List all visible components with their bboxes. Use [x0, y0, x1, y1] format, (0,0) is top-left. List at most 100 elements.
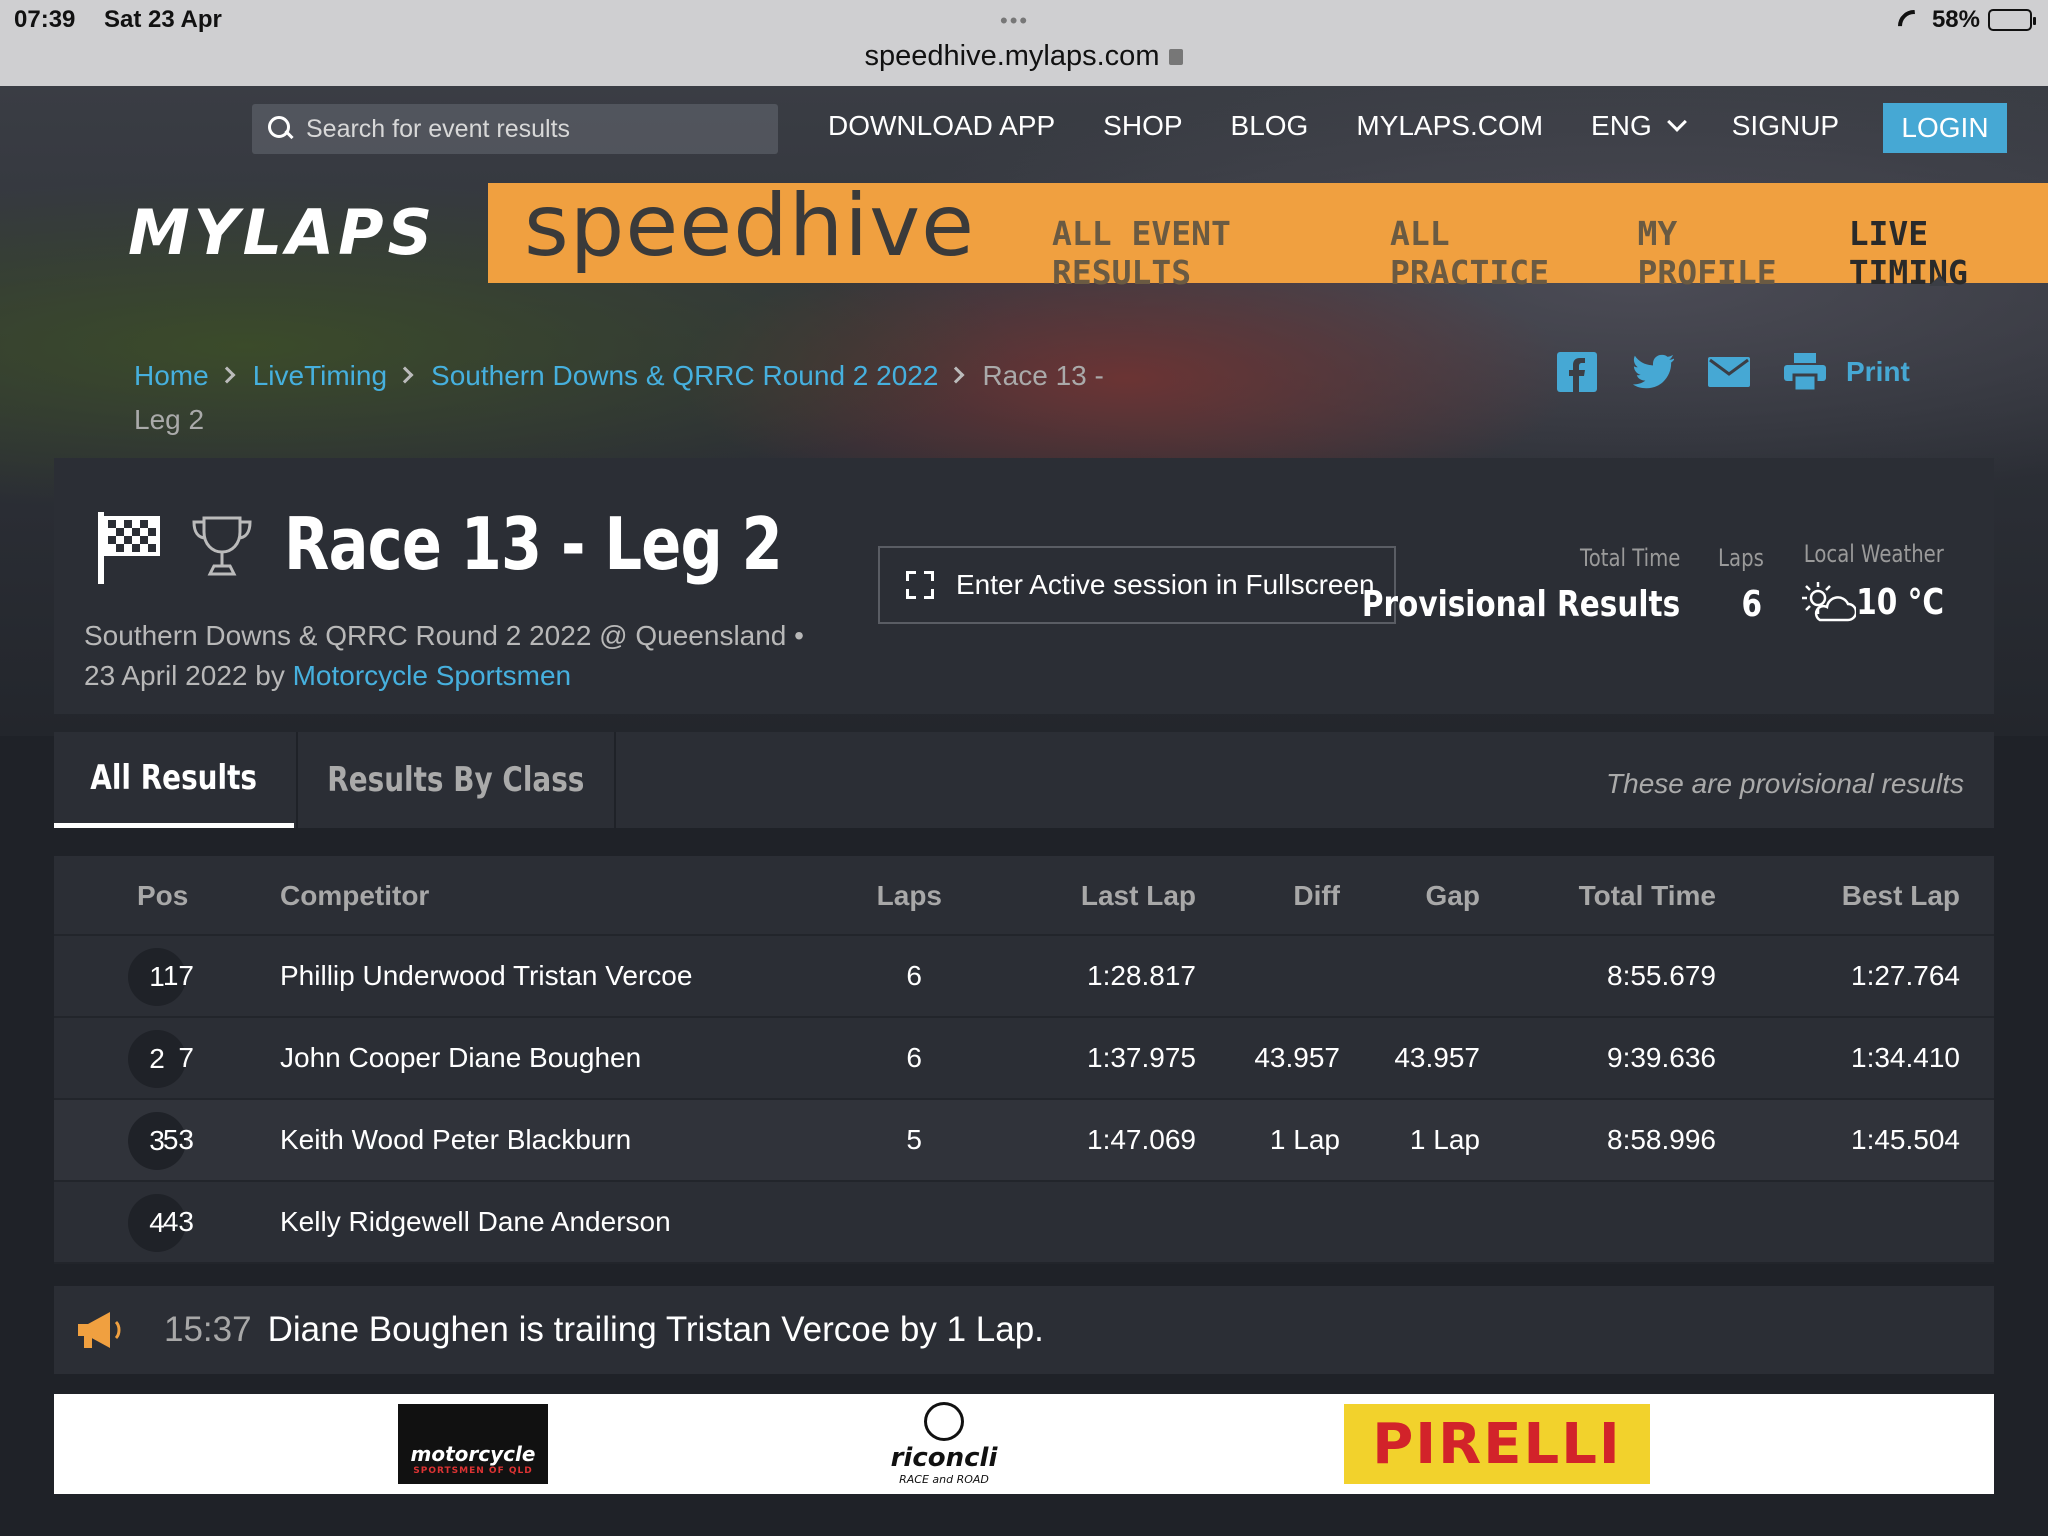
- diff-cell: 1 Lap: [1269, 1124, 1340, 1155]
- nav-live-timing[interactable]: LIVE TIMING: [1849, 214, 2048, 292]
- clock: 07:39: [14, 6, 76, 33]
- organizer-link[interactable]: Motorcycle Sportsmen: [293, 660, 572, 691]
- breadcrumb-home[interactable]: Home: [134, 360, 209, 391]
- results-table: Pos Competitor Laps Last Lap Diff Gap To…: [54, 856, 1994, 1264]
- laps-cell: 6: [906, 960, 922, 991]
- chevron-right-icon: [218, 366, 236, 384]
- total-time-label: Total Time: [1579, 544, 1680, 572]
- laps-cell: 6: [906, 1042, 922, 1073]
- weather-icon: [1800, 580, 1858, 629]
- print-link[interactable]: Print: [1846, 356, 1910, 388]
- battery-icon: [1988, 9, 2036, 31]
- weather-value: 10 °C: [1856, 582, 1944, 623]
- battery-percent: 58%: [1931, 6, 1980, 33]
- sponsor-strip: motorcycle SPORTSMEN OF QLD riconcli RAC…: [54, 1394, 1994, 1494]
- header-diff[interactable]: Diff: [1293, 880, 1340, 912]
- last-lap-cell: 1:28.817: [1087, 960, 1196, 991]
- date: Sat 23 Apr: [104, 6, 222, 33]
- header-gap[interactable]: Gap: [1426, 880, 1480, 912]
- nav-blog[interactable]: BLOG: [1231, 110, 1309, 142]
- race-subtitle: Southern Downs & QRRC Round 2 2022 @ Que…: [84, 616, 844, 696]
- nav-all-event-results[interactable]: ALL EVENT RESULTS: [1052, 214, 1360, 292]
- best-lap-cell: 1:34.410: [1851, 1042, 1960, 1073]
- share-bar: Print: [1556, 352, 1910, 392]
- wifi-icon: [1896, 10, 1924, 30]
- breadcrumb-livetiming[interactable]: LiveTiming: [253, 360, 387, 391]
- sponsor-pirelli[interactable]: PIRELLI: [1344, 1404, 1650, 1484]
- facebook-icon[interactable]: [1556, 352, 1598, 392]
- email-icon[interactable]: [1708, 352, 1750, 392]
- chevron-down-icon: [1666, 112, 1687, 132]
- sponsor-motorcycle-sportsmen[interactable]: motorcycle SPORTSMEN OF QLD: [398, 1404, 548, 1484]
- header-pos[interactable]: Pos: [137, 880, 188, 912]
- laps-label: Laps: [1718, 544, 1764, 572]
- header-total-time[interactable]: Total Time: [1579, 880, 1716, 912]
- search-icon[interactable]: [268, 116, 294, 142]
- megaphone-icon: [74, 1310, 126, 1350]
- race-event-line: Southern Downs & QRRC Round 2 2022 @ Que…: [84, 620, 804, 651]
- competitor-number: 7: [178, 1042, 194, 1073]
- nav-my-profile[interactable]: MY PROFILE: [1637, 214, 1818, 292]
- nav-all-practice[interactable]: ALL PRACTICE: [1390, 214, 1607, 292]
- tab-all-results[interactable]: All Results: [54, 732, 294, 828]
- riconcli-logo-icon: [924, 1402, 964, 1441]
- competitor-name: Phillip Underwood Tristan Vercoe: [280, 960, 693, 991]
- checkered-flag-icon: [98, 512, 162, 589]
- header-competitor[interactable]: Competitor: [280, 880, 429, 912]
- table-row[interactable]: 2 7 John Cooper Diane Boughen 6 1:37.975 43.9…: [54, 1018, 1994, 1100]
- tab-dots-icon[interactable]: •••: [1000, 8, 1029, 34]
- best-lap-cell: 1:27.764: [1851, 960, 1960, 991]
- table-row[interactable]: 3 53 Keith Wood Peter Blackburn 5 1:47.069 1 …: [54, 1100, 1994, 1182]
- race-title: Race 13 - Leg 2: [284, 502, 783, 586]
- sponsor-riconcli[interactable]: riconcli RACE and ROAD: [874, 1402, 1014, 1486]
- notification-time: 15:37: [164, 1310, 252, 1349]
- last-lap-cell: 1:37.975: [1087, 1042, 1196, 1073]
- laps-value: 6: [1741, 584, 1762, 625]
- brand-nav: ALL EVENT RESULTS ALL PRACTICE MY PROFIL…: [1052, 214, 2048, 292]
- total-time-cell: 8:55.679: [1607, 960, 1716, 991]
- language-label: ENG: [1591, 110, 1652, 141]
- competitor-name: John Cooper Diane Boughen: [280, 1042, 642, 1073]
- search-box[interactable]: [252, 104, 778, 154]
- race-date: 23 April 2022 by: [84, 660, 285, 691]
- total-time-cell: 8:58.996: [1607, 1124, 1716, 1155]
- competitor-number: 43: [162, 1206, 194, 1237]
- race-date-line: 23 April 2022 by Motorcycle Sportsmen: [84, 656, 844, 696]
- table-row[interactable]: 4 43 Kelly Ridgewell Dane Anderson: [54, 1182, 1994, 1264]
- competitor-number: 17: [162, 960, 194, 991]
- mylaps-logo[interactable]: MYLAPS: [128, 196, 436, 269]
- nav-shop[interactable]: SHOP: [1103, 110, 1182, 142]
- fullscreen-label: Enter Active session in Fullscreen: [956, 569, 1375, 600]
- provisional-note: These are provisional results: [1606, 768, 1964, 799]
- lock-icon: [1169, 49, 1184, 65]
- status-indicators: 58%: [1896, 6, 2036, 34]
- trophy-icon: [190, 514, 254, 583]
- search-input[interactable]: [306, 114, 746, 144]
- speedhive-logo[interactable]: speedhive: [524, 176, 975, 276]
- language-select[interactable]: ENG: [1591, 110, 1687, 142]
- gap-cell: 43.957: [1394, 1042, 1480, 1073]
- breadcrumb: Home LiveTiming Southern Downs & QRRC Roun…: [134, 354, 1134, 442]
- table-row[interactable]: 1 17 Phillip Underwood Tristan Vercoe 6 1:28…: [54, 936, 1994, 1018]
- fullscreen-icon: [906, 571, 934, 599]
- url-text[interactable]: speedhive.mylaps.com: [865, 40, 1160, 72]
- signup-link[interactable]: SIGNUP: [1732, 110, 1839, 142]
- nav-mylaps-com[interactable]: MYLAPS.COM: [1356, 110, 1543, 142]
- address-bar[interactable]: speedhive.mylaps.com: [0, 40, 2048, 73]
- twitter-icon[interactable]: [1632, 352, 1674, 392]
- total-time-cell: 9:39.636: [1607, 1042, 1716, 1073]
- position-badge: 2: [128, 1030, 186, 1088]
- header-last-lap[interactable]: Last Lap: [1081, 880, 1196, 912]
- header-best-lap[interactable]: Best Lap: [1842, 880, 1960, 912]
- tab-results-by-class[interactable]: Results By Class: [296, 732, 616, 828]
- gap-cell: 1 Lap: [1409, 1124, 1480, 1155]
- print-icon[interactable]: [1784, 352, 1826, 392]
- breadcrumb-event[interactable]: Southern Downs & QRRC Round 2 2022: [431, 360, 938, 391]
- top-nav: DOWNLOAD APP SHOP BLOG MYLAPS.COM ENG SI…: [828, 110, 1887, 142]
- chevron-right-icon: [396, 366, 414, 384]
- nav-download-app[interactable]: DOWNLOAD APP: [828, 110, 1055, 142]
- header-laps[interactable]: Laps: [877, 880, 942, 912]
- login-button[interactable]: LOGIN: [1883, 103, 2007, 153]
- fullscreen-button[interactable]: Enter Active session in Fullscreen: [878, 546, 1396, 624]
- competitor-name: Kelly Ridgewell Dane Anderson: [280, 1206, 671, 1237]
